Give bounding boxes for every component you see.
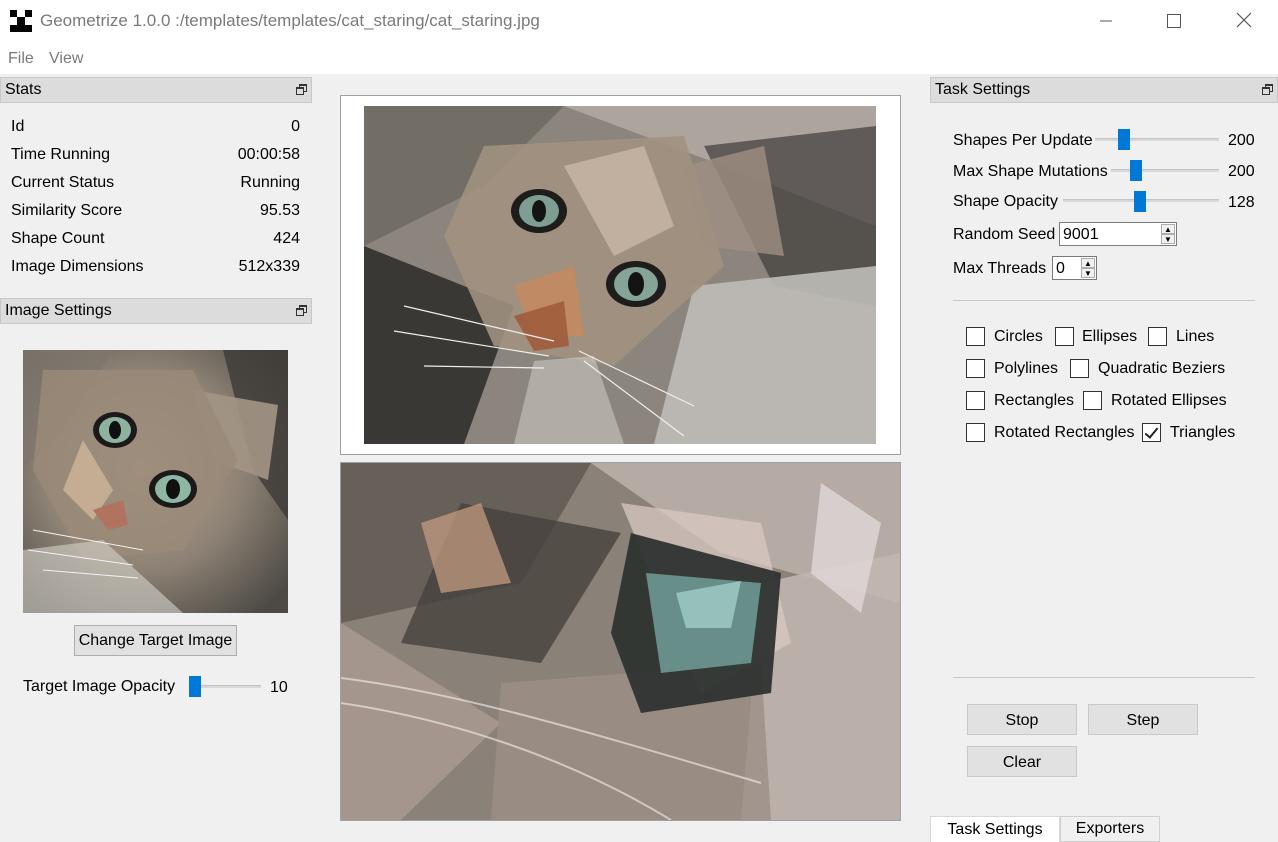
shapes-per-update-track[interactable] <box>1095 138 1219 141</box>
image-settings-title: Image Settings <box>5 302 112 319</box>
shapes-per-update-value: 200 <box>1228 132 1255 149</box>
menu-bar: File View <box>0 44 1278 74</box>
close-icon[interactable] <box>1221 8 1267 36</box>
rectangles-checkbox[interactable] <box>966 391 985 410</box>
stat-key: Similarity Score <box>11 202 123 219</box>
max-threads-value[interactable]: 0 <box>1056 260 1065 278</box>
triangles-label: Triangles <box>1170 424 1236 441</box>
max-threads-label: Max Threads <box>953 260 1047 277</box>
stat-row-time-running: Time Running 00:00:58 <box>11 146 300 168</box>
polylines-label: Polylines <box>994 360 1059 377</box>
stat-value: Running <box>240 174 300 191</box>
stat-row-shape-count: Shape Count 424 <box>11 230 300 252</box>
rectangles-label: Rectangles <box>994 392 1075 409</box>
rotated-rectangles-label: Rotated Rectangles <box>994 424 1135 441</box>
spin-arrows[interactable]: ▲ ▼ <box>1081 258 1095 278</box>
circles-checkbox[interactable] <box>966 327 985 346</box>
lines-label: Lines <box>1176 328 1215 345</box>
task-settings-title: Task Settings <box>935 81 1031 98</box>
spin-arrows[interactable]: ▲ ▼ <box>1161 224 1175 244</box>
random-seed-spinbox[interactable]: 9001 ▲ ▼ <box>1059 222 1177 246</box>
stat-row-image-dimensions: Image Dimensions 512x339 <box>11 258 300 280</box>
stats-dock-title: Stats <box>0 77 312 103</box>
stat-value: 00:00:58 <box>237 146 300 163</box>
rotated-ellipses-checkbox[interactable] <box>1083 391 1102 410</box>
spin-down-icon[interactable]: ▼ <box>1081 268 1095 278</box>
maximize-icon[interactable] <box>1151 8 1197 36</box>
image-settings-dock-title: Image Settings <box>0 298 312 324</box>
separator <box>953 677 1255 678</box>
stat-value: 512x339 <box>238 258 300 275</box>
stat-key: Current Status <box>11 174 115 191</box>
max-threads-spinbox[interactable]: 0 ▲ ▼ <box>1052 256 1097 280</box>
app-icon <box>10 10 32 32</box>
max-shape-mutations-slider[interactable] <box>1130 160 1142 181</box>
quadratic-beziers-checkbox[interactable] <box>1070 359 1089 378</box>
circles-label: Circles <box>994 328 1043 345</box>
stat-key: Image Dimensions <box>11 258 144 275</box>
random-seed-label: Random Seed <box>953 226 1056 243</box>
rotated-rectangles-checkbox[interactable] <box>966 423 985 442</box>
tab-task-settings[interactable]: Task Settings <box>930 816 1060 842</box>
spin-down-icon[interactable]: ▼ <box>1161 234 1175 244</box>
ellipses-checkbox[interactable] <box>1055 327 1074 346</box>
max-shape-mutations-label: Max Shape Mutations <box>953 163 1108 180</box>
change-target-image-button[interactable]: Change Target Image <box>74 625 237 656</box>
polylines-checkbox[interactable] <box>966 359 985 378</box>
float-icon[interactable] <box>296 305 307 316</box>
geometrized-preview <box>364 106 876 444</box>
stop-button[interactable]: Stop <box>967 704 1077 735</box>
random-seed-value[interactable]: 9001 <box>1063 226 1099 244</box>
task-settings-dock-title: Task Settings <box>930 77 1278 103</box>
shapes-per-update-slider[interactable] <box>1118 129 1130 150</box>
shape-opacity-label: Shape Opacity <box>953 193 1058 210</box>
shape-opacity-slider[interactable] <box>1134 191 1146 212</box>
stat-value: 95.53 <box>259 202 300 219</box>
rotated-ellipses-label: Rotated Ellipses <box>1111 392 1227 409</box>
max-shape-mutations-value: 200 <box>1228 163 1255 180</box>
stat-value: 0 <box>291 118 300 135</box>
float-icon[interactable] <box>1262 84 1273 95</box>
target-opacity-slider[interactable] <box>189 676 201 697</box>
separator <box>953 300 1255 301</box>
shape-opacity-value: 128 <box>1228 194 1255 211</box>
ellipses-label: Ellipses <box>1082 328 1138 345</box>
menu-file[interactable]: File <box>8 50 34 68</box>
spin-up-icon[interactable]: ▲ <box>1081 258 1095 268</box>
triangles-checkbox[interactable] <box>1142 423 1161 442</box>
stat-row-current-status: Current Status Running <box>11 174 300 196</box>
stat-row-id: Id 0 <box>11 118 300 140</box>
target-opacity-label: Target Image Opacity <box>23 678 176 695</box>
shapes-per-update-label: Shapes Per Update <box>953 132 1093 149</box>
menu-view[interactable]: View <box>49 50 83 68</box>
zoomed-canvas <box>340 462 901 821</box>
target-opacity-value: 10 <box>270 679 288 696</box>
stat-key: Id <box>11 118 25 135</box>
target-image-thumbnail <box>23 350 288 613</box>
stats-title: Stats <box>5 81 42 98</box>
minimize-icon[interactable] <box>1083 8 1129 36</box>
stat-row-similarity-score: Similarity Score 95.53 <box>11 202 300 224</box>
max-shape-mutations-track[interactable] <box>1111 169 1219 172</box>
stat-value: 424 <box>273 230 300 247</box>
target-image-canvas <box>340 95 901 455</box>
window-title: Geometrize 1.0.0 :/templates/templates/c… <box>40 11 540 30</box>
tab-exporters[interactable]: Exporters <box>1060 816 1160 842</box>
quadratic-beziers-label: Quadratic Beziers <box>1098 360 1226 377</box>
clear-button[interactable]: Clear <box>967 746 1077 777</box>
geometrized-zoom <box>341 463 900 820</box>
lines-checkbox[interactable] <box>1148 327 1167 346</box>
title-bar: Geometrize 1.0.0 :/templates/templates/c… <box>0 0 1278 44</box>
stat-key: Shape Count <box>11 230 105 247</box>
float-icon[interactable] <box>296 84 307 95</box>
spin-up-icon[interactable]: ▲ <box>1161 224 1175 234</box>
stat-key: Time Running <box>11 146 111 163</box>
step-button[interactable]: Step <box>1088 704 1198 735</box>
